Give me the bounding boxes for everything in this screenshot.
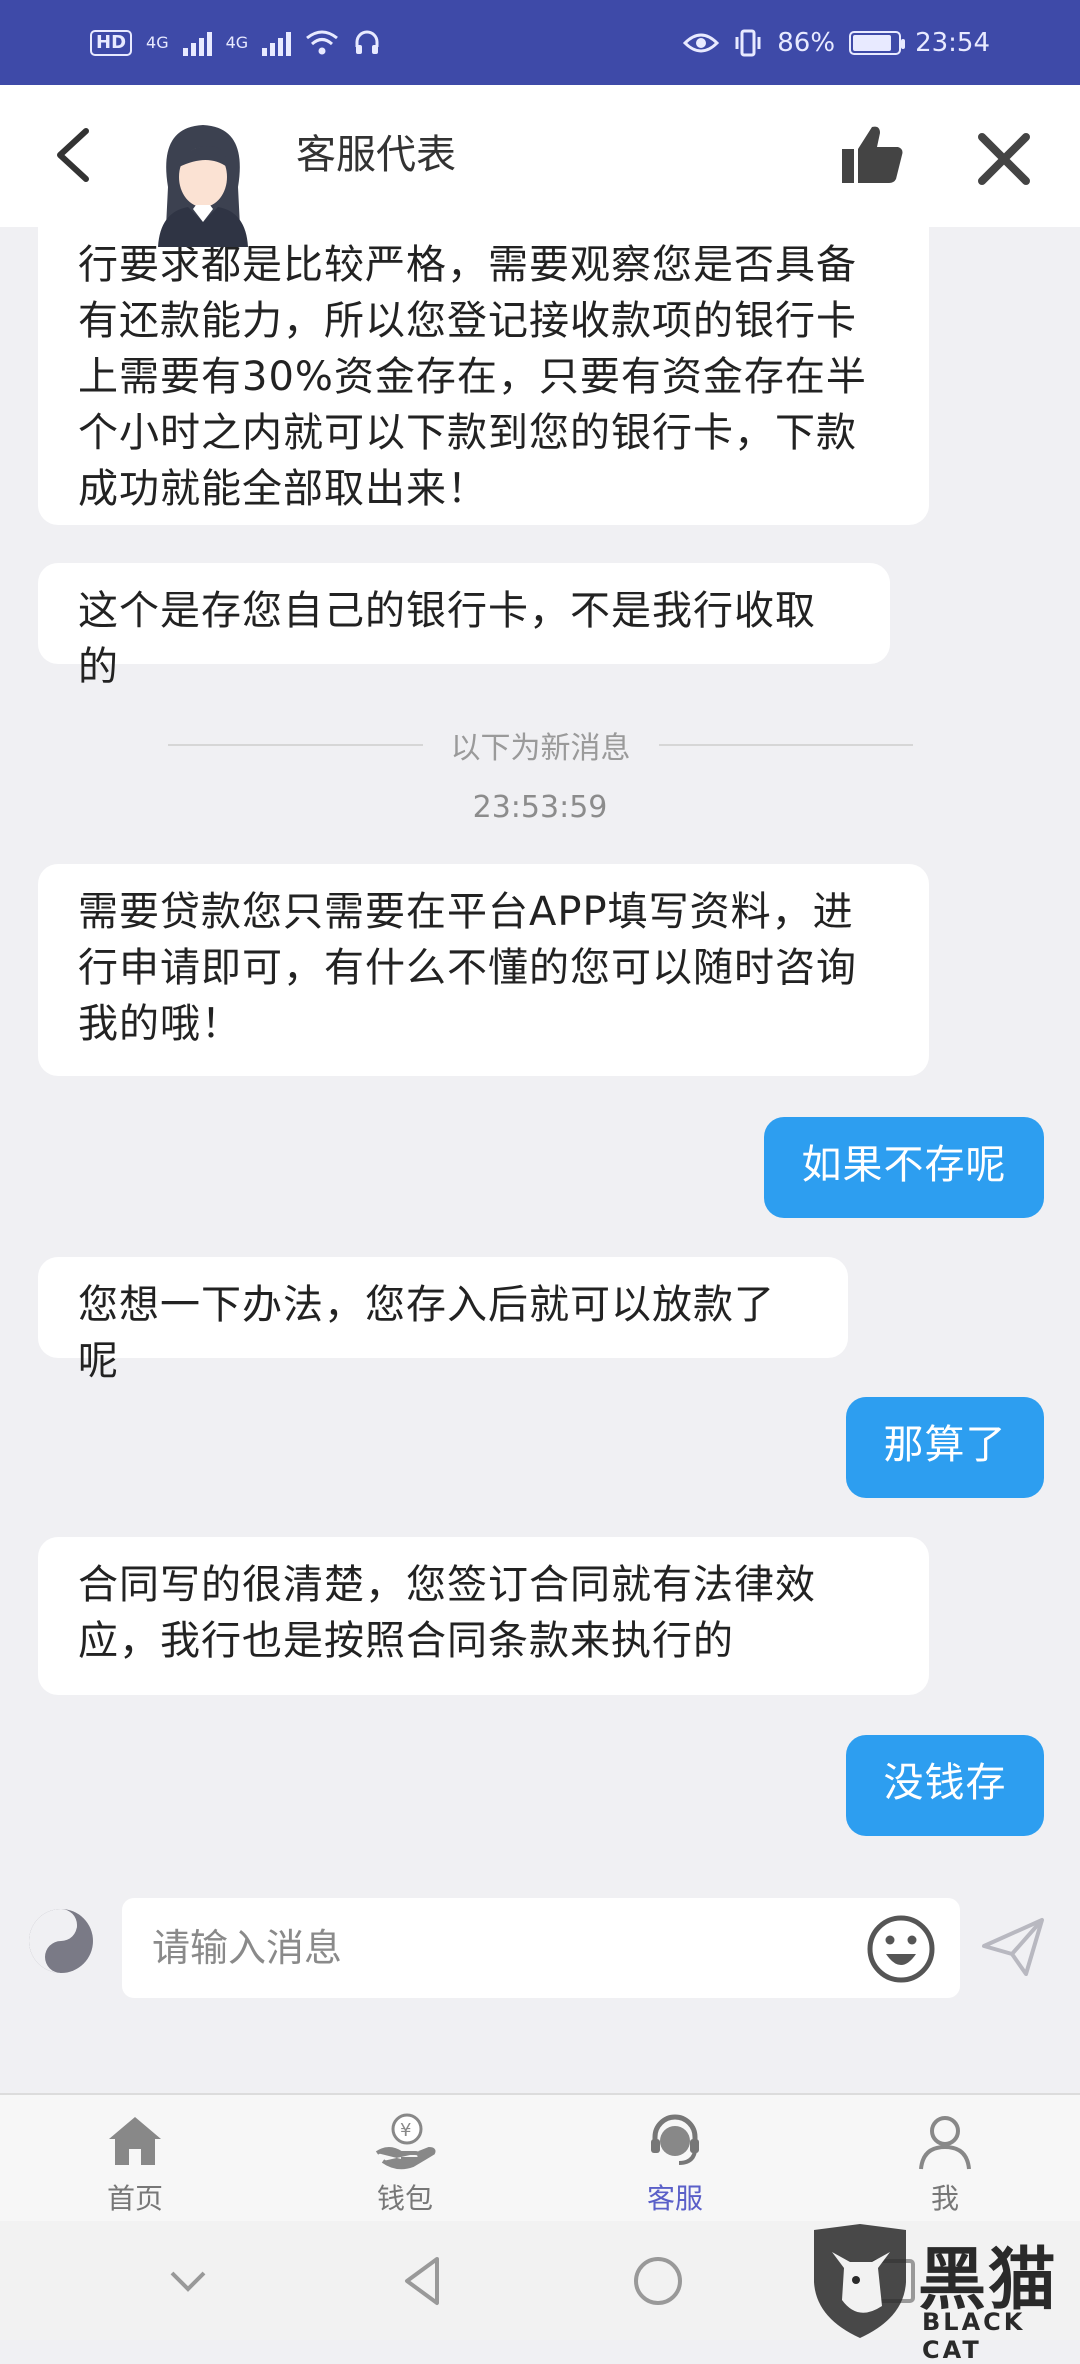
headset-icon	[355, 30, 379, 54]
wifi-icon	[306, 30, 339, 54]
thumbs-up-icon[interactable]	[840, 123, 906, 189]
back-button[interactable]	[48, 125, 98, 185]
profile-icon	[919, 2116, 971, 2170]
message-agent: 行要求都是比较严格，需要观察您是否具备有还款能力，所以您登记接收款项的银行卡上需…	[38, 227, 929, 525]
send-icon[interactable]	[980, 1914, 1046, 1980]
black-cat-watermark: 黑猫 BLACK CAT	[808, 2222, 1080, 2364]
message-user: 如果不存呢	[764, 1117, 1044, 1218]
signal-4g-label-2: 4G	[225, 33, 249, 52]
eye-comfort-icon	[683, 33, 720, 52]
tab-label: 首页	[106, 2182, 163, 2215]
message-user: 那算了	[846, 1397, 1044, 1498]
bottom-tab-bar: 首页 ¥ 钱包 客服 我	[0, 2093, 1080, 2221]
divider-line	[168, 744, 423, 746]
battery-level	[853, 34, 891, 51]
tab-wallet[interactable]: ¥ 钱包	[270, 2095, 540, 2221]
tab-customer-service[interactable]: 客服	[540, 2095, 810, 2221]
message-input[interactable]	[122, 1898, 960, 1998]
tab-home[interactable]: 首页	[0, 2095, 270, 2221]
message-agent: 需要贷款您只需要在平台APP填写资料，进行申请即可，有什么不懂的您可以随时咨询我…	[38, 864, 929, 1076]
cat-shield-icon	[814, 2224, 906, 2338]
status-bar: HD 4G 4G 86% 23:54	[0, 0, 1080, 85]
divider-line	[658, 744, 913, 746]
back-triangle-icon[interactable]	[393, 2251, 453, 2311]
svg-text:¥: ¥	[400, 2120, 411, 2141]
home-icon	[109, 2117, 161, 2165]
status-left: HD 4G 4G	[90, 29, 381, 57]
signal-4g-label-1: 4G	[146, 33, 169, 52]
emoji-icon[interactable]	[866, 1914, 936, 1984]
new-messages-divider: 以下为新消息	[168, 720, 913, 770]
customer-service-icon	[651, 2114, 699, 2165]
tab-label: 钱包	[376, 2182, 433, 2215]
status-right: 86% 23:54	[683, 28, 990, 58]
chat-messages: 行要求都是比较严格，需要观察您是否具备有还款能力，所以您登记接收款项的银行卡上需…	[0, 227, 1080, 1847]
tab-label: 我	[930, 2182, 959, 2215]
chat-header: 客服代表	[0, 85, 1080, 247]
tab-profile[interactable]: 我	[810, 2095, 1080, 2221]
message-input-bar	[0, 1880, 1080, 2000]
home-circle-icon[interactable]	[628, 2251, 688, 2311]
clock: 23:54	[915, 27, 990, 58]
wallet-icon: ¥	[375, 2113, 436, 2170]
voice-toggle-icon[interactable]	[26, 1906, 96, 1976]
vibrate-icon	[735, 29, 761, 56]
message-agent: 您想一下办法，您存入后就可以放款了呢	[38, 1257, 848, 1384]
chevron-down-icon[interactable]	[158, 2251, 218, 2311]
battery-icon	[849, 30, 906, 55]
new-messages-label: 以下为新消息	[450, 731, 631, 766]
battery-percent: 86%	[777, 27, 836, 58]
watermark-text-en: BLACK CAT	[922, 2308, 1026, 2364]
cell-signal-icon-2	[262, 30, 292, 56]
header-title: 客服代表	[296, 132, 456, 178]
message-agent: 合同写的很清楚，您签订合同就有法律效应，我行也是按照合同条款来执行的	[38, 1537, 929, 1695]
tab-label: 客服	[646, 2182, 703, 2215]
close-icon[interactable]	[976, 131, 1032, 187]
message-user: 没钱存	[846, 1735, 1044, 1836]
hd-indicator: HD	[90, 29, 133, 56]
message-timestamp: 23:53:59	[472, 790, 608, 825]
agent-avatar	[158, 125, 248, 247]
message-agent: 这个是存您自己的银行卡，不是我行收取的	[38, 563, 890, 690]
cell-signal-icon	[182, 30, 212, 56]
